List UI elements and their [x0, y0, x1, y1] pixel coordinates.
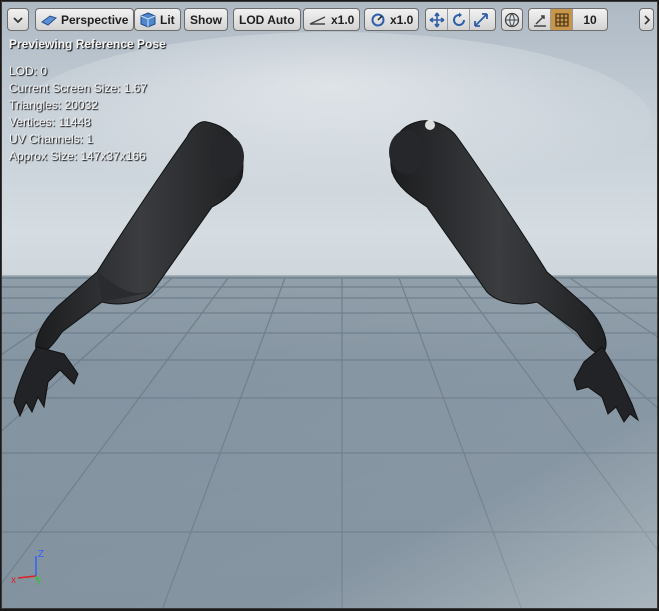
- lit-cube-icon: [140, 11, 156, 28]
- scale-icon: [474, 12, 488, 27]
- chevron-right-icon: [643, 14, 650, 25]
- y-axis-label: Y: [35, 577, 42, 588]
- lod-stat: LOD: 0: [9, 64, 48, 78]
- perspective-camera-icon: [41, 14, 57, 26]
- lit-label: Lit: [160, 12, 175, 27]
- grid-icon: [554, 12, 569, 27]
- show-label: Show: [190, 12, 222, 27]
- perspective-label: Perspective: [61, 12, 129, 27]
- transform-tools-group: [425, 8, 496, 31]
- world-local-toggle-button[interactable]: [501, 8, 523, 31]
- camera-speed-icon: [371, 13, 385, 26]
- show-button[interactable]: Show: [184, 8, 228, 31]
- editor-viewport[interactable]: Perspective Lit Show LOD Auto x1.0 x1.0: [1, 1, 658, 609]
- surface-snap-button[interactable]: [529, 9, 551, 30]
- preview-message: Previewing Reference Pose: [9, 37, 166, 51]
- approx-size-stat: Approx Size: 147x37x166: [9, 149, 146, 163]
- rotate-tool-button[interactable]: [448, 9, 470, 30]
- x-axis-line: [17, 575, 37, 579]
- x-axis-label: x: [11, 575, 16, 586]
- globe-icon: [504, 12, 520, 27]
- grid-snap-value[interactable]: 10: [573, 9, 607, 30]
- triangles-stat: Triangles: 20032: [9, 98, 98, 112]
- rotate-icon: [452, 12, 465, 26]
- grid-snap-toggle[interactable]: [551, 9, 573, 30]
- lod-label: LOD Auto: [239, 12, 295, 27]
- toolbar-overflow-button[interactable]: [639, 8, 654, 31]
- lit-view-mode-button[interactable]: Lit: [134, 8, 181, 31]
- fov-icon: [309, 15, 326, 25]
- translate-icon: [429, 12, 444, 27]
- grid-snap-group: 10: [528, 8, 608, 31]
- camera-speed-button[interactable]: x1.0: [364, 8, 420, 31]
- fov-button[interactable]: x1.0: [303, 8, 361, 31]
- scale-tool-button[interactable]: [470, 9, 492, 30]
- fov-value: x1.0: [331, 12, 355, 27]
- perspective-button[interactable]: Perspective: [35, 8, 135, 31]
- vertices-stat: Vertices: 11448: [9, 115, 91, 129]
- uv-channels-stat: UV Channels: 1: [9, 132, 94, 146]
- lod-button[interactable]: LOD Auto: [233, 8, 301, 31]
- viewport-options-button[interactable]: [7, 8, 29, 31]
- z-axis-label: Z: [38, 549, 44, 560]
- axis-gizmo: Z x Y: [11, 549, 44, 588]
- surface-snap-icon: [533, 14, 546, 27]
- mesh-stats: LOD: 0 Current Screen Size: 1.67 Triangl…: [9, 63, 147, 165]
- camera-speed-value: x1.0: [390, 12, 414, 27]
- screen-size-stat: Current Screen Size: 1.67: [9, 81, 148, 95]
- chevron-down-icon: [13, 16, 23, 23]
- translate-tool-button[interactable]: [426, 9, 448, 30]
